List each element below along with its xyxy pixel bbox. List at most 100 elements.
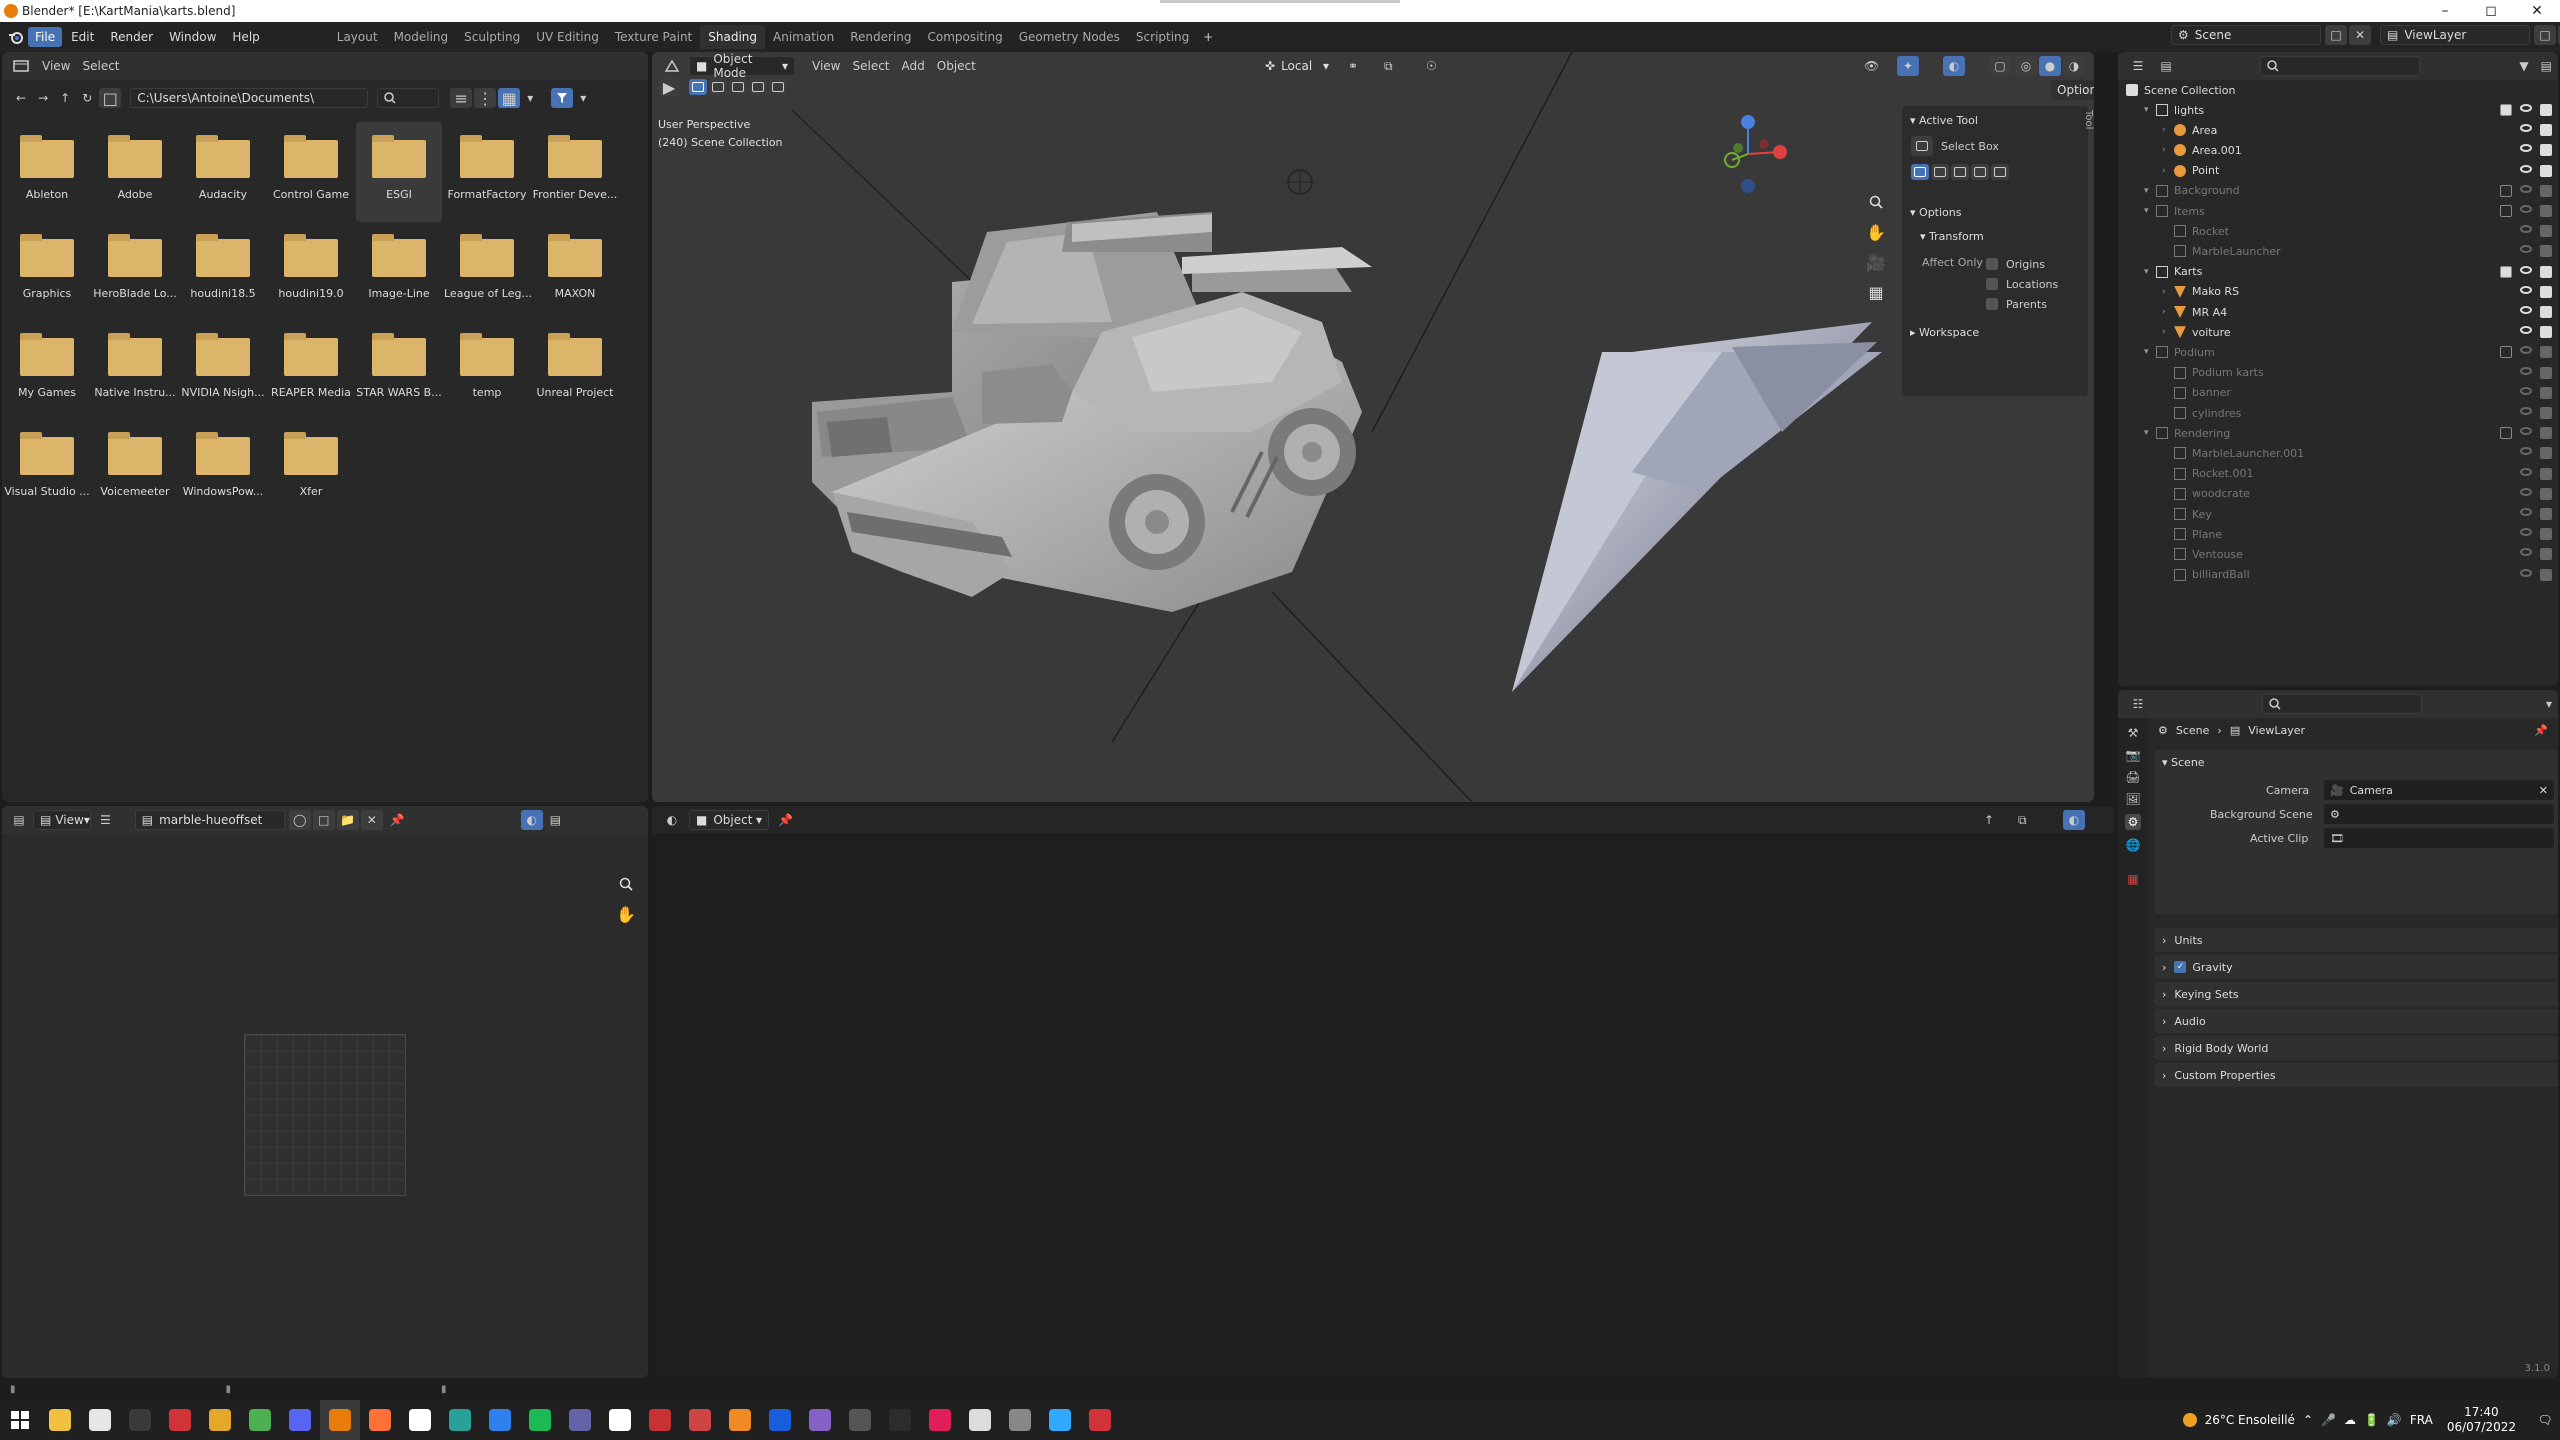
mode-extend-icon[interactable]	[1931, 164, 1949, 180]
workspace-tab-texture-paint[interactable]: Texture Paint	[607, 25, 700, 49]
taskbar-bitwarden-icon[interactable]	[760, 1400, 800, 1440]
menu-file[interactable]: File	[28, 27, 63, 47]
folder-item[interactable]: Frontier Deve...	[532, 122, 618, 222]
node-editor-type-icon[interactable]: ◐	[658, 813, 686, 827]
folder-item[interactable]: houdini19.0	[268, 221, 354, 321]
taskbar-visual-studio-icon[interactable]	[800, 1400, 840, 1440]
options-header[interactable]: ▾ Options	[1910, 206, 1961, 219]
image-menu-icon[interactable]: ☰	[94, 810, 117, 830]
outliner-type-icon[interactable]: ☰	[2124, 59, 2152, 73]
maximize-button[interactable]: ◻	[2468, 0, 2514, 22]
render-camera-icon[interactable]	[2540, 184, 2552, 197]
taskbar-epic-icon[interactable]	[880, 1400, 920, 1440]
image-canvas[interactable]	[244, 1034, 406, 1196]
folder-item[interactable]: ESGI	[356, 122, 442, 222]
render-camera-icon[interactable]	[2540, 386, 2552, 399]
render-camera-icon[interactable]	[2540, 144, 2552, 157]
folder-item[interactable]: Visual Studio ...	[4, 419, 90, 519]
display-dropdown-icon[interactable]: ▾	[521, 88, 539, 108]
workspace-tab-scripting[interactable]: Scripting	[1128, 25, 1197, 49]
outliner-row[interactable]: Ventouse	[2118, 544, 2558, 564]
taskbar-photos-icon[interactable]	[200, 1400, 240, 1440]
folder-item[interactable]: houdini18.5	[180, 221, 266, 321]
folder-item[interactable]: WindowsPow...	[180, 419, 266, 519]
folder-item[interactable]: League of Leg...	[444, 221, 532, 321]
menu-edit[interactable]: Edit	[64, 27, 101, 47]
eye-icon[interactable]	[2520, 124, 2532, 133]
eye-icon[interactable]	[2520, 184, 2532, 193]
eye-icon[interactable]	[2520, 144, 2532, 153]
render-camera-icon[interactable]	[2540, 306, 2552, 318]
outliner-filter-icon[interactable]: ▼	[2513, 56, 2534, 76]
image-pin-icon[interactable]: 📌	[384, 810, 411, 830]
texture-tab-icon[interactable]: ▦	[2127, 872, 2138, 886]
eye-icon[interactable]	[2520, 548, 2532, 557]
eye-icon[interactable]	[2520, 346, 2532, 355]
folder-item[interactable]: Image-Line	[356, 221, 442, 321]
taskbar-app-red-icon[interactable]	[1080, 1400, 1120, 1440]
mode-subtract-icon[interactable]	[1951, 164, 1969, 180]
transform-header[interactable]: ▾ Transform	[1920, 230, 1984, 243]
taskbar-chrome-icon[interactable]	[240, 1400, 280, 1440]
new-folder-icon[interactable]: □	[99, 88, 122, 108]
menu-window[interactable]: Window	[162, 27, 223, 47]
taskbar-spotify-icon[interactable]	[520, 1400, 560, 1440]
render-camera-icon[interactable]	[2540, 508, 2552, 520]
panel-audio[interactable]: › Audio	[2154, 1009, 2558, 1033]
expand-arrow-icon[interactable]: ▾	[2144, 186, 2156, 196]
background-scene-field[interactable]: ⚙	[2324, 804, 2554, 824]
taskbar-davinci-icon[interactable]	[640, 1400, 680, 1440]
eye-icon[interactable]	[2520, 164, 2532, 173]
workspace-tab-modeling[interactable]: Modeling	[386, 25, 457, 49]
blender-menu-icon[interactable]	[4, 25, 28, 49]
folder-item[interactable]: REAPER Media	[268, 320, 354, 420]
menu-help[interactable]: Help	[225, 27, 266, 47]
render-camera-icon[interactable]	[2540, 265, 2552, 278]
weather-text[interactable]: 26°C Ensoleillé	[2205, 1413, 2295, 1427]
eye-icon[interactable]	[2520, 306, 2532, 314]
render-camera-icon[interactable]	[2540, 447, 2552, 460]
folder-item[interactable]: Control Game	[268, 122, 354, 222]
taskbar-teams-icon[interactable]	[560, 1400, 600, 1440]
gravity-checkbox[interactable]: ✓	[2174, 961, 2187, 973]
panel-custom-properties[interactable]: › Custom Properties	[2154, 1063, 2558, 1087]
outliner-row[interactable]: › Point	[2118, 161, 2558, 181]
select-box-tool[interactable]: Select Box	[1910, 136, 1999, 156]
render-camera-icon[interactable]	[2540, 285, 2552, 298]
expand-arrow-icon[interactable]: ›	[2162, 327, 2174, 337]
eye-icon[interactable]	[2520, 467, 2532, 476]
outliner-row[interactable]: ▾ Background	[2118, 181, 2558, 201]
mode-intersect-icon[interactable]	[1991, 164, 2009, 180]
exclude-checkbox-icon[interactable]	[2500, 104, 2512, 116]
path-field[interactable]: C:\Users\Antoine\Documents\	[130, 88, 369, 108]
display-mode-icon[interactable]: ▤	[2152, 59, 2180, 73]
taskbar-slack-icon[interactable]	[920, 1400, 960, 1440]
node-overlay-icon[interactable]: ◐	[2063, 810, 2085, 830]
open-image-icon[interactable]: 📁	[336, 810, 359, 830]
affect-locations-checkbox[interactable]: Locations	[1986, 274, 2058, 294]
tab-tool[interactable]: Tool	[2083, 110, 2094, 129]
expand-arrow-icon[interactable]: ›	[2162, 307, 2174, 317]
tray-expand-icon[interactable]: ⌃	[2303, 1413, 2313, 1427]
windows-start-icon[interactable]	[0, 1400, 40, 1440]
outliner-row[interactable]: ▾ lights	[2118, 100, 2558, 120]
pan-hand-icon[interactable]: ✋	[1864, 220, 1888, 244]
outliner-row[interactable]: › Area.001	[2118, 140, 2558, 160]
render-camera-icon[interactable]	[2540, 427, 2552, 440]
volume-icon[interactable]: 🔊	[2387, 1413, 2402, 1427]
eye-icon[interactable]	[2520, 265, 2532, 274]
world-tab-icon[interactable]: 🌐	[2126, 838, 2141, 852]
expand-arrow-icon[interactable]: ›	[2162, 166, 2174, 176]
eye-icon[interactable]	[2520, 104, 2532, 112]
outliner-row[interactable]: Rocket	[2118, 221, 2558, 241]
eye-icon[interactable]	[2520, 407, 2532, 415]
expand-arrow-icon[interactable]: ▾	[2144, 206, 2156, 216]
taskbar-photoshop-icon[interactable]	[1040, 1400, 1080, 1440]
viewlayer-selector[interactable]: ▤ ViewLayer	[2380, 25, 2530, 45]
image-zoom-icon[interactable]	[614, 872, 638, 896]
outliner-row[interactable]: ▾ Karts	[2118, 262, 2558, 282]
folder-item[interactable]: FormatFactory	[444, 122, 530, 222]
zoom-icon[interactable]	[1864, 190, 1888, 214]
expand-arrow-icon[interactable]: ▾	[2144, 267, 2156, 277]
scene-panel-header[interactable]: ▾ Scene	[2162, 756, 2205, 769]
